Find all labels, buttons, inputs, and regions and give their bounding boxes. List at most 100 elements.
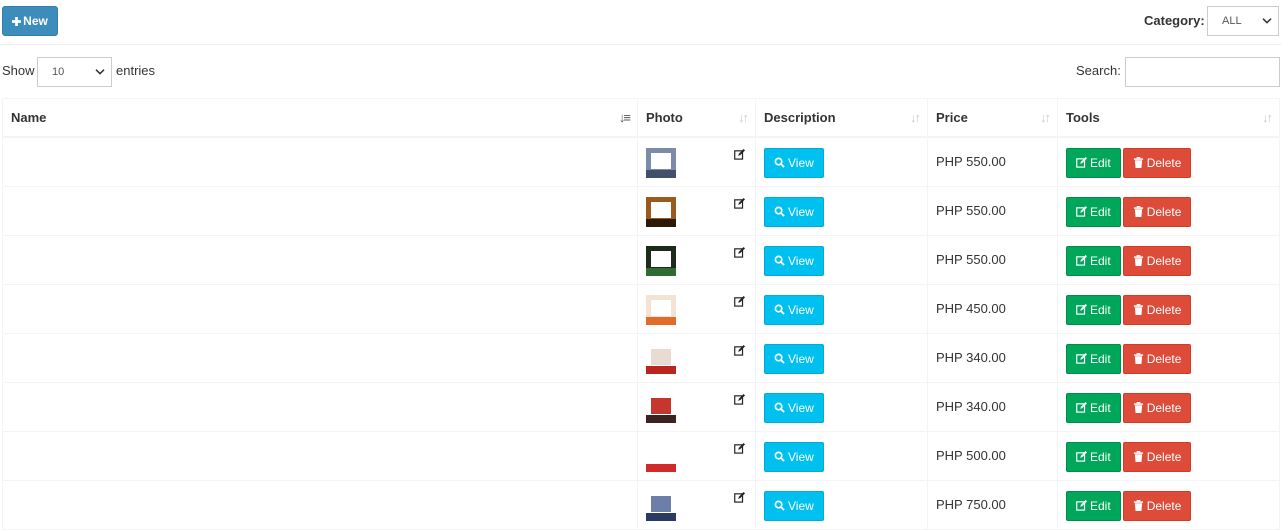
- view-description-button[interactable]: View: [764, 392, 824, 423]
- delete-button-label: Delete: [1146, 498, 1182, 513]
- tools-cell: Edit Delete: [1057, 136, 1280, 187]
- delete-button[interactable]: Delete: [1122, 343, 1192, 374]
- edit-icon[interactable]: [734, 197, 745, 209]
- description-cell: View: [755, 430, 928, 481]
- view-description-button[interactable]: View: [764, 343, 824, 374]
- delete-button[interactable]: Delete: [1122, 147, 1192, 178]
- column-header-photo[interactable]: Photo ↓↑: [637, 98, 756, 138]
- price-cell: PHP 340.00: [927, 381, 1058, 432]
- search-icon: [774, 451, 785, 462]
- trash-icon: [1133, 206, 1143, 217]
- view-button-label: View: [788, 302, 814, 317]
- view-description-button[interactable]: View: [764, 147, 824, 178]
- price-value: PHP 340.00: [936, 349, 1006, 365]
- view-button-label: View: [788, 253, 814, 268]
- edit-button[interactable]: Edit: [1066, 245, 1121, 276]
- edit-photo-button[interactable]: [734, 295, 745, 310]
- view-description-button[interactable]: View: [764, 196, 824, 227]
- delete-button[interactable]: Delete: [1122, 196, 1192, 227]
- column-header-tools[interactable]: Tools ↓↑: [1057, 98, 1280, 138]
- edit-icon[interactable]: [734, 148, 745, 160]
- trash-icon: [1133, 255, 1143, 266]
- delete-button[interactable]: Delete: [1122, 245, 1192, 276]
- sort-icon: ↓↑: [1262, 110, 1273, 125]
- product-thumbnail: [646, 294, 676, 325]
- table-header-row: Name ↓≡ Photo ↓↑ Description ↓↑ Price ↓↑…: [2, 98, 1280, 138]
- photo-cell: [637, 332, 756, 383]
- sort-icon: ↓↑: [738, 110, 749, 125]
- category-select[interactable]: ALL: [1207, 6, 1279, 36]
- column-header-price[interactable]: Price ↓↑: [927, 98, 1058, 138]
- edit-button[interactable]: Edit: [1066, 441, 1121, 472]
- view-button-label: View: [788, 204, 814, 219]
- product-name-cell: [2, 234, 638, 285]
- photo-cell: [637, 136, 756, 187]
- search-label: Search:: [1076, 63, 1121, 78]
- category-label: Category:: [1144, 13, 1205, 28]
- edit-icon[interactable]: [734, 393, 745, 405]
- show-label: Show: [2, 63, 35, 78]
- price-value: PHP 550.00: [936, 153, 1006, 169]
- price-value: PHP 500.00: [936, 447, 1006, 463]
- tools-cell: Edit Delete: [1057, 234, 1280, 285]
- edit-icon[interactable]: [734, 442, 745, 454]
- delete-button[interactable]: Delete: [1122, 294, 1192, 325]
- search-icon: [774, 304, 785, 315]
- product-thumbnail: [646, 245, 676, 276]
- edit-icon[interactable]: [734, 295, 745, 307]
- price-value: PHP 550.00: [936, 251, 1006, 267]
- plus-icon: [12, 16, 22, 26]
- product-name-cell: [2, 185, 638, 236]
- view-description-button[interactable]: View: [764, 294, 824, 325]
- edit-button[interactable]: Edit: [1066, 343, 1121, 374]
- delete-button[interactable]: Delete: [1122, 490, 1192, 521]
- view-button-label: View: [788, 498, 814, 513]
- delete-button-label: Delete: [1146, 204, 1182, 219]
- delete-button-label: Delete: [1146, 253, 1182, 268]
- photo-cell: [637, 185, 756, 236]
- delete-button-label: Delete: [1146, 155, 1182, 170]
- photo-cell: [637, 430, 756, 481]
- edit-icon[interactable]: [734, 246, 745, 258]
- view-button-label: View: [788, 351, 814, 366]
- edit-photo-button[interactable]: [734, 344, 745, 359]
- page-size-select[interactable]: 10: [37, 57, 112, 87]
- edit-icon[interactable]: [734, 491, 745, 503]
- edit-photo-button[interactable]: [734, 246, 745, 261]
- photo-cell: [637, 234, 756, 285]
- edit-photo-button[interactable]: [734, 197, 745, 212]
- product-thumbnail: [646, 343, 676, 374]
- table-row: View PHP 340.00 Edit Delete: [2, 332, 1280, 383]
- edit-button[interactable]: Edit: [1066, 392, 1121, 423]
- edit-photo-button[interactable]: [734, 393, 745, 408]
- edit-button[interactable]: Edit: [1066, 147, 1121, 178]
- product-name-cell: [2, 430, 638, 481]
- description-cell: View: [755, 332, 928, 383]
- view-description-button[interactable]: View: [764, 441, 824, 472]
- column-header-description[interactable]: Description ↓↑: [755, 98, 928, 138]
- edit-photo-button[interactable]: [734, 491, 745, 506]
- trash-icon: [1133, 500, 1143, 511]
- view-description-button[interactable]: View: [764, 245, 824, 276]
- edit-photo-button[interactable]: [734, 148, 745, 163]
- delete-button[interactable]: Delete: [1122, 441, 1192, 472]
- price-cell: PHP 450.00: [927, 283, 1058, 334]
- description-cell: View: [755, 234, 928, 285]
- edit-button[interactable]: Edit: [1066, 196, 1121, 227]
- view-description-button[interactable]: View: [764, 490, 824, 521]
- new-button[interactable]: New: [2, 6, 58, 36]
- chevron-down-icon: [95, 69, 105, 75]
- edit-button-label: Edit: [1090, 449, 1111, 464]
- edit-photo-button[interactable]: [734, 442, 745, 457]
- edit-icon[interactable]: [734, 344, 745, 356]
- edit-button[interactable]: Edit: [1066, 294, 1121, 325]
- search-input[interactable]: [1125, 57, 1280, 87]
- table-row: View PHP 500.00 Edit Delete: [2, 430, 1280, 481]
- products-table: Name ↓≡ Photo ↓↑ Description ↓↑ Price ↓↑…: [2, 98, 1280, 530]
- edit-button[interactable]: Edit: [1066, 490, 1121, 521]
- delete-button[interactable]: Delete: [1122, 392, 1192, 423]
- edit-button-label: Edit: [1090, 155, 1111, 170]
- edit-button-label: Edit: [1090, 253, 1111, 268]
- edit-icon: [1076, 402, 1087, 413]
- column-header-name[interactable]: Name ↓≡: [2, 98, 638, 138]
